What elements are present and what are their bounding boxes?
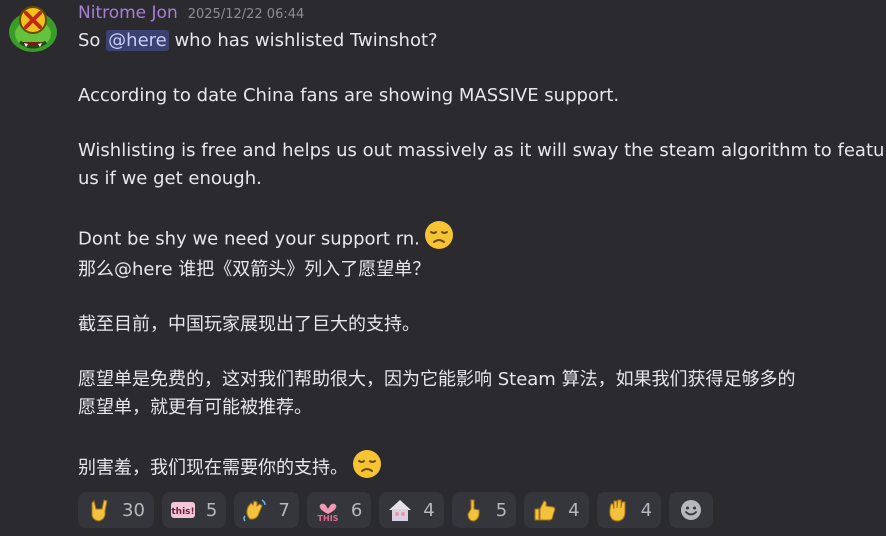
message-line: 愿望单，就更有可能被推荐。 — [78, 397, 312, 418]
reaction-this-heart[interactable]: THIS 6 — [306, 492, 372, 528]
this-heart-icon: THIS — [315, 497, 341, 523]
sticker-text: this! — [171, 507, 194, 517]
message-line: 别害羞，我们现在需要你的支持。 — [78, 449, 382, 488]
avatar-image — [8, 4, 58, 54]
waving-hand-icon — [242, 497, 268, 523]
avatar[interactable] — [8, 4, 58, 54]
reaction-this-sticker[interactable]: this! 5 — [161, 492, 227, 528]
thumbs-up-icon — [532, 497, 558, 523]
reaction-house-emote[interactable]: 4 — [379, 492, 444, 528]
this-sticker-icon: this! — [170, 497, 196, 523]
reaction-waving-hand[interactable]: 7 — [234, 492, 299, 528]
rock-hand-icon — [86, 497, 112, 523]
message-line: us if we get enough. — [78, 168, 262, 189]
reaction-bar: 30 this! 5 7 THIS 6 4 5 4 4 — [78, 492, 714, 528]
reaction-count: 4 — [423, 499, 435, 521]
add-reaction-button[interactable] — [669, 492, 714, 528]
chat-message: Nitrome Jon 2025/12/22 06:44 So @here wh… — [0, 0, 886, 536]
line-text: 别害羞，我们现在需要你的支持。 — [78, 457, 348, 479]
message-header: Nitrome Jon 2025/12/22 06:44 — [78, 3, 304, 25]
reaction-rock-hand[interactable]: 30 — [78, 492, 154, 528]
line-text: who has wishlisted Twinshot? — [168, 30, 438, 51]
reaction-pointing-up[interactable]: 5 — [451, 492, 517, 528]
raised-hand-icon — [605, 497, 631, 523]
reaction-thumbs-up[interactable]: 4 — [524, 492, 589, 528]
message-line: Wishlisting is free and helps us out mas… — [78, 140, 886, 161]
pointing-up-icon — [460, 497, 486, 523]
disappointed-face-icon — [352, 449, 382, 488]
sticker-text: THIS — [317, 514, 338, 523]
reaction-raised-hand[interactable]: 4 — [596, 492, 662, 528]
message-line: Dont be shy we need your support rn. — [78, 220, 454, 259]
message-line: 愿望单是免费的，这对我们帮助很大，因为它能影响 Steam 算法，如果我们获得足… — [78, 369, 796, 390]
reaction-count: 5 — [495, 499, 508, 521]
reaction-count: 30 — [122, 499, 145, 521]
reaction-count: 4 — [568, 499, 580, 521]
mention-here[interactable]: @here — [106, 30, 169, 51]
line-text: Dont be shy we need your support rn. — [78, 228, 420, 250]
reaction-count: 7 — [278, 499, 290, 521]
author-name[interactable]: Nitrome Jon — [78, 3, 178, 23]
reaction-count: 6 — [350, 499, 363, 521]
message-line: 那么@here 谁把《双箭头》列入了愿望单？ — [78, 259, 431, 280]
message-line: So @here who has wishlisted Twinshot? — [78, 27, 438, 55]
smiley-add-icon — [678, 497, 704, 523]
message-line: 截至目前，中国玩家展现出了巨大的支持。 — [78, 314, 420, 335]
house-emote-icon — [387, 497, 413, 523]
reaction-count: 5 — [205, 499, 218, 521]
line-text: So — [78, 30, 107, 51]
reaction-count: 4 — [640, 499, 653, 521]
disappointed-face-icon — [424, 220, 454, 259]
timestamp[interactable]: 2025/12/22 06:44 — [188, 7, 305, 22]
message-line: According to date China fans are showing… — [78, 85, 620, 106]
